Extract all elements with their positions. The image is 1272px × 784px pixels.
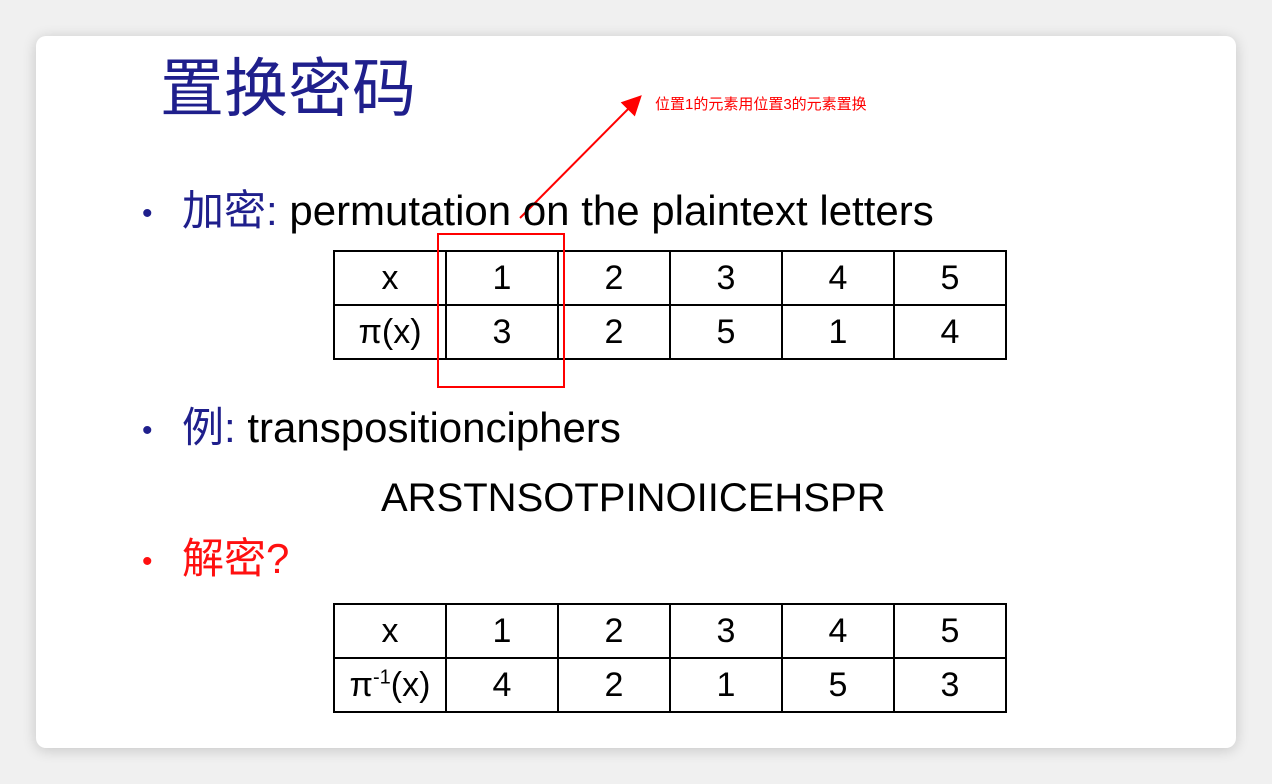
table-cell: 5: [669, 304, 783, 360]
table-cell: x: [333, 250, 447, 306]
slide-title: 置换密码: [160, 53, 416, 127]
table-cell: 1: [445, 603, 559, 659]
table-cell: 2: [557, 304, 671, 360]
bullet-dot: •: [142, 196, 153, 230]
highlight-box: [437, 233, 565, 388]
table-cell: 4: [781, 603, 895, 659]
table-cell: 1: [781, 304, 895, 360]
example-label: 例: [182, 404, 225, 451]
table-row: x 1 2 3 4 5: [333, 603, 1007, 659]
table-cell: 5: [781, 657, 895, 713]
inverse-label-tail: (x): [390, 665, 431, 704]
table-row: x 1 2 3 4 5: [333, 250, 1007, 306]
table-cell: 2: [557, 657, 671, 713]
bullet-dot: •: [142, 413, 153, 447]
table-cell: 1: [669, 657, 783, 713]
bullet-encryption: • 加密: permutation on the plaintext letter…: [142, 190, 934, 232]
bullet-decryption: • 解密?: [142, 538, 289, 580]
table-cell: 4: [781, 250, 895, 306]
table-cell: 3: [893, 657, 1007, 713]
inverse-label-sup: -1: [373, 666, 391, 689]
table-cell: 5: [893, 603, 1007, 659]
ciphertext: ARSTNSOTPINOIICEHSPR: [381, 476, 886, 520]
table-cell: 3: [669, 603, 783, 659]
bullet-dot: •: [142, 544, 153, 578]
table-row: π-1(x) 4 2 1 5 3: [333, 657, 1007, 713]
table-row: π(x) 3 2 5 1 4: [333, 304, 1007, 360]
table-cell: 4: [445, 657, 559, 713]
inverse-label-base: π: [349, 665, 373, 704]
example-text: transpositionciphers: [235, 404, 621, 451]
label-colon: :: [266, 187, 278, 234]
bullet-example: • 例: transpositionciphers: [142, 407, 621, 449]
table-cell: 2: [557, 250, 671, 306]
annotation-text: 位置1的元素用位置3的元素置换: [655, 96, 867, 113]
inverse-permutation-table: x 1 2 3 4 5 π-1(x) 4 2 1 5 3: [333, 603, 1007, 713]
encryption-label: 加密: [182, 187, 267, 234]
table-cell: x: [333, 603, 447, 659]
table-cell: π-1(x): [333, 657, 447, 713]
encryption-text: permutation on the plaintext letters: [277, 187, 934, 234]
table-cell: 2: [557, 603, 671, 659]
table-cell: π(x): [333, 304, 447, 360]
table-cell: 4: [893, 304, 1007, 360]
label-colon: :: [224, 404, 236, 451]
table-cell: 5: [893, 250, 1007, 306]
permutation-table: x 1 2 3 4 5 π(x) 3 2 5 1 4: [333, 250, 1007, 360]
table-cell: 3: [669, 250, 783, 306]
decryption-text: 解密?: [182, 535, 290, 582]
